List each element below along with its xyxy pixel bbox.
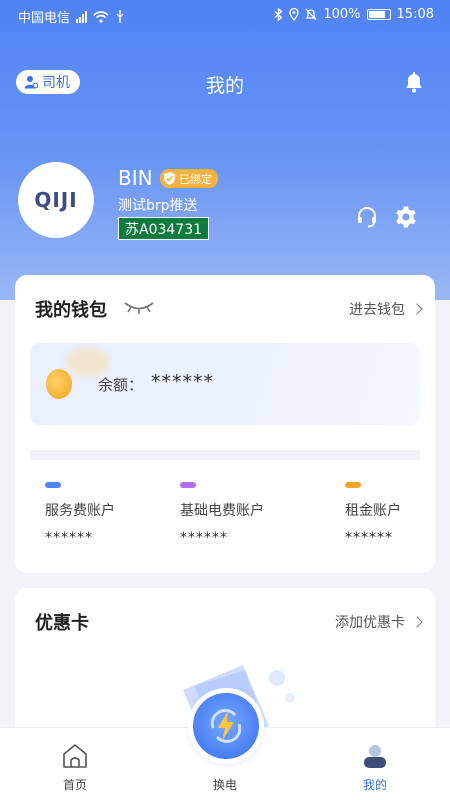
coupon-title: 优惠卡	[35, 613, 89, 634]
clock: 15:08	[396, 7, 434, 22]
add-coupon-link[interactable]: 添加优惠卡	[335, 612, 423, 632]
account-color-dot	[345, 482, 361, 488]
status-bar: 中国电信 100% 15:08	[0, 0, 450, 32]
shield-check-icon	[164, 172, 175, 185]
carrier-text: 中国电信	[18, 11, 71, 26]
license-plate: 苏A034731	[118, 217, 210, 240]
battery-swap-button[interactable]	[193, 693, 259, 759]
battery-icon	[366, 9, 391, 20]
mute-bell-icon	[305, 8, 317, 21]
enter-wallet-label: 进去钱包	[349, 302, 405, 318]
account-color-dot	[45, 482, 61, 488]
bound-badge-label: 已绑定	[179, 172, 212, 186]
balance-value: ******	[151, 371, 214, 393]
divider	[30, 450, 420, 460]
balance-label: 余额：	[98, 376, 144, 394]
account-label: 服务费账户	[45, 503, 115, 519]
add-coupon-label: 添加优惠卡	[335, 615, 405, 631]
battery-percent: 100%	[323, 7, 361, 22]
account-value: ******	[180, 530, 228, 546]
user-tab-icon	[364, 745, 386, 768]
user-name: BIN	[118, 166, 153, 190]
account-label: 租金账户	[345, 503, 401, 519]
chevron-right-icon	[411, 616, 423, 628]
tab-mine-label: 我的	[362, 778, 387, 792]
coin-glow	[66, 347, 110, 377]
customer-service-icon[interactable]	[356, 206, 378, 228]
account-rent[interactable]: 租金账户 ******	[345, 482, 401, 546]
wifi-icon	[93, 10, 109, 23]
account-color-dot	[180, 482, 196, 488]
account-base-electricity[interactable]: 基础电费账户 ******	[180, 482, 264, 546]
enter-wallet-link[interactable]: 进去钱包	[349, 299, 423, 319]
wallet-title: 我的钱包	[35, 300, 107, 321]
bluetooth-icon	[274, 8, 283, 21]
notification-bell-icon[interactable]	[402, 70, 426, 94]
account-value: ******	[345, 530, 393, 546]
tab-swap-label: 换电	[212, 778, 237, 792]
header-background	[0, 0, 450, 300]
page-title: 我的	[205, 75, 244, 97]
lightning-swap-icon	[210, 709, 242, 743]
settings-gear-icon[interactable]	[394, 205, 418, 229]
home-icon	[63, 744, 87, 768]
balance-panel: 余额： ******	[30, 343, 420, 425]
chevron-right-icon	[411, 303, 423, 315]
usb-icon	[116, 10, 124, 23]
account-value: ******	[45, 530, 93, 546]
tab-mine[interactable]: 我的	[330, 728, 420, 800]
bound-badge: 已绑定	[160, 169, 218, 188]
tab-home[interactable]: 首页	[30, 728, 120, 800]
location-icon	[289, 8, 300, 21]
coin-icon	[46, 369, 72, 399]
profile-section: QIJI BIN 已绑定 测试brp推送 苏A034731	[0, 160, 450, 240]
account-label: 基础电费账户	[180, 503, 264, 519]
navbar: 司机 我的	[0, 68, 450, 98]
hide-eye-icon[interactable]	[123, 300, 155, 314]
avatar[interactable]: QIJI	[18, 162, 94, 238]
wallet-card: 我的钱包 进去钱包 余额： ****** 服务费账户 ****** 基础电费账户…	[15, 275, 435, 573]
tab-home-label: 首页	[62, 778, 87, 792]
account-service-fee[interactable]: 服务费账户 ******	[45, 482, 115, 546]
user-subtitle: 测试brp推送	[118, 198, 198, 214]
signal-icon	[76, 10, 88, 23]
